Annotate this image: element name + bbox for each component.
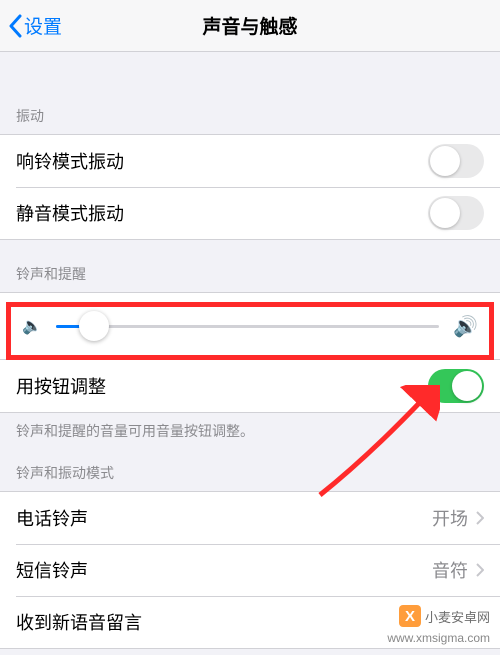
page-title: 声音与触感 bbox=[202, 12, 297, 39]
cell-text-tone[interactable]: 短信铃声 音符 bbox=[0, 544, 500, 596]
cell-label: 静音模式振动 bbox=[16, 200, 124, 226]
cell-value: 音符 bbox=[432, 557, 468, 583]
chevron-right-icon bbox=[476, 511, 484, 525]
chevron-right-icon bbox=[476, 563, 484, 577]
section-footer-ringer: 铃声和提醒的音量可用音量按钮调整。 bbox=[0, 413, 500, 453]
section-header-ringer: 铃声和提醒 bbox=[0, 240, 500, 292]
vibration-group: 响铃模式振动 静音模式振动 bbox=[0, 134, 500, 240]
slider-thumb[interactable] bbox=[79, 311, 109, 341]
cell-label: 短信铃声 bbox=[16, 557, 88, 583]
cell-ringtone[interactable]: 电话铃声 开场 bbox=[0, 492, 500, 544]
switch-vibrate-on-ring[interactable] bbox=[428, 144, 484, 178]
speaker-high-icon: 🔊 bbox=[453, 314, 478, 339]
cell-change-with-buttons[interactable]: 用按钮调整 bbox=[0, 360, 500, 412]
section-header-vibration: 振动 bbox=[0, 82, 500, 134]
back-button[interactable]: 设置 bbox=[8, 12, 62, 39]
cell-label: 收到新语音留言 bbox=[16, 609, 142, 635]
ringer-volume-slider[interactable] bbox=[56, 325, 439, 328]
section-header-patterns: 铃声和振动模式 bbox=[0, 453, 500, 491]
ringer-volume-cell: 🔈 🔊 bbox=[0, 292, 500, 360]
button-adjust-group: 用按钮调整 bbox=[0, 360, 500, 413]
chevron-left-icon bbox=[8, 14, 22, 38]
switch-change-with-buttons[interactable] bbox=[428, 369, 484, 403]
switch-vibrate-on-silent[interactable] bbox=[428, 196, 484, 230]
cell-label: 用按钮调整 bbox=[16, 373, 106, 399]
watermark-x-icon: X bbox=[399, 605, 421, 627]
cell-vibrate-on-ring[interactable]: 响铃模式振动 bbox=[0, 135, 500, 187]
back-label: 设置 bbox=[24, 12, 62, 39]
cell-label: 响铃模式振动 bbox=[16, 148, 124, 174]
cell-value: 开场 bbox=[432, 505, 468, 531]
speaker-low-icon: 🔈 bbox=[22, 316, 42, 336]
watermark-logo: X 小麦安卓网 bbox=[399, 605, 490, 627]
navbar: 设置 声音与触感 bbox=[0, 0, 500, 52]
cell-label: 电话铃声 bbox=[16, 505, 88, 531]
watermark-url: www.xmsigma.com bbox=[387, 631, 490, 645]
cell-vibrate-on-silent[interactable]: 静音模式振动 bbox=[0, 187, 500, 239]
watermark-brand: 小麦安卓网 bbox=[425, 607, 490, 626]
